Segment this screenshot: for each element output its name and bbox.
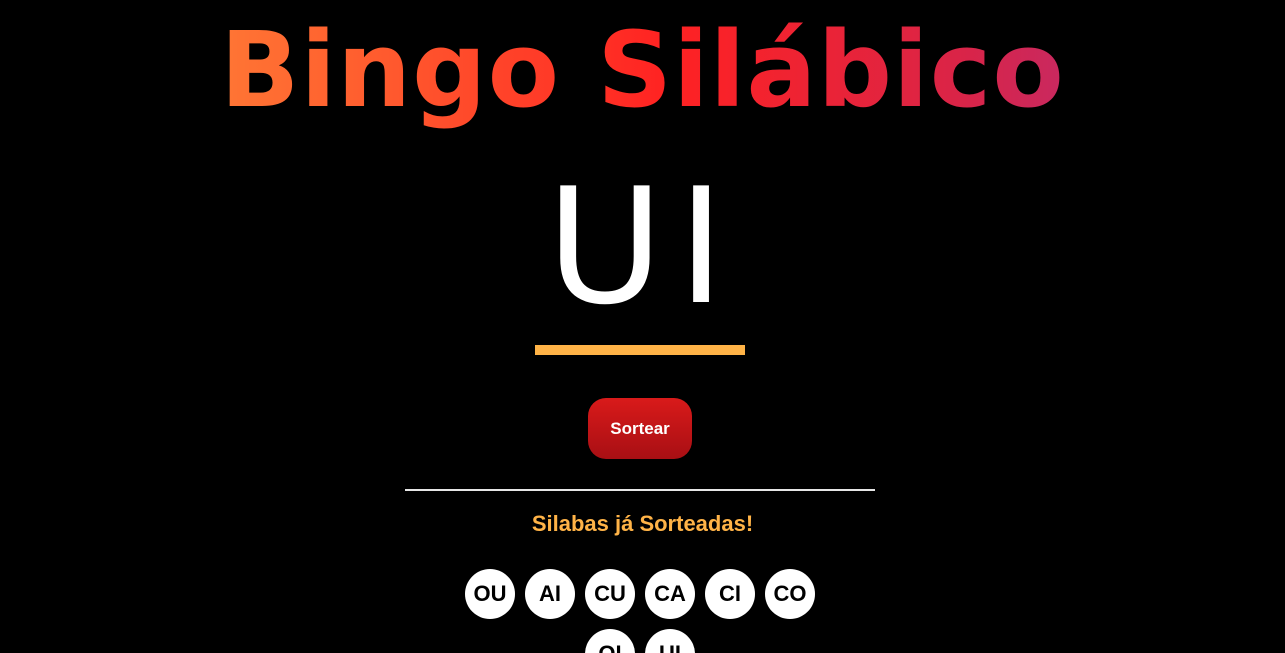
- drawn-syllable-ball: CU: [585, 569, 635, 619]
- drawn-syllable-ball: OI: [585, 629, 635, 653]
- drawn-syllable-ball: CI: [705, 569, 755, 619]
- drawn-syllable-ball: OU: [465, 569, 515, 619]
- section-divider: [405, 489, 875, 491]
- draw-button[interactable]: Sortear: [588, 398, 692, 459]
- current-syllable-display: UI: [546, 153, 739, 340]
- syllable-underline: [535, 345, 745, 355]
- page-title: Bingo Silábico: [0, 0, 1285, 140]
- drawn-syllable-ball: AI: [525, 569, 575, 619]
- drawn-syllables-heading: Silabas já Sorteadas!: [531, 511, 754, 536]
- drawn-syllable-ball: CO: [765, 569, 815, 619]
- drawn-syllables-list: OU AI CU CA CI CO OI UI: [460, 569, 820, 653]
- drawn-syllable-ball: CA: [645, 569, 695, 619]
- drawn-syllable-ball: UI: [645, 629, 695, 653]
- bingo-page: Bingo Silábico UI Sortear Silabas já Sor…: [0, 0, 1285, 653]
